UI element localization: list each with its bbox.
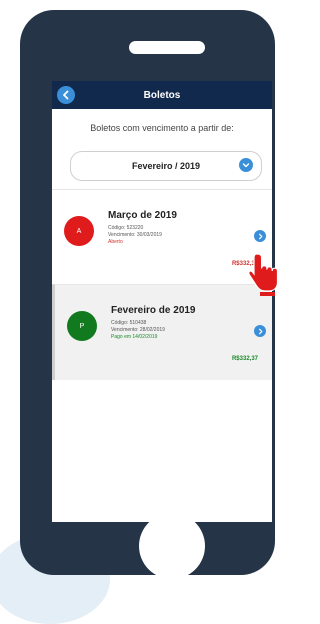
period-select[interactable]: Fevereiro / 2019 [70, 151, 262, 181]
boleto-code: Código: 523220 [108, 225, 144, 231]
pointing-hand-icon [248, 253, 279, 296]
boleto-card[interactable]: A Março de 2019 Código: 523220 Venciment… [52, 189, 272, 285]
boleto-status: Aberto [108, 239, 123, 245]
phone-screen: Boletos Boletos com vencimento a partir … [52, 81, 272, 522]
filter-intro-label: Boletos com vencimento a partir de: [90, 123, 234, 133]
chevron-right-icon[interactable] [254, 230, 266, 242]
period-select-value: Fevereiro / 2019 [131, 161, 201, 171]
boleto-title: Março de 2019 [108, 210, 177, 221]
status-circle: A [64, 216, 94, 246]
phone-speaker [129, 41, 205, 54]
status-circle: P [67, 311, 97, 341]
chevron-down-icon [239, 158, 253, 172]
boleto-title: Fevereiro de 2019 [111, 305, 196, 316]
home-button[interactable] [139, 513, 205, 579]
arrow-left-icon [63, 90, 69, 100]
boleto-amount: R$332,37 [231, 356, 258, 362]
page-title: Boletos [143, 89, 181, 101]
boleto-due-date: Vencimento: 28/02/2019 [111, 327, 165, 333]
boleto-card[interactable]: P Fevereiro de 2019 Código: 510438 Venci… [52, 284, 272, 380]
app-header: Boletos [52, 81, 272, 109]
boleto-status: Pago em 14/02/2019 [111, 334, 158, 340]
boleto-due-date: Vencimento: 30/03/2019 [108, 232, 162, 238]
back-button[interactable] [57, 86, 75, 104]
boleto-code: Código: 510438 [111, 320, 147, 326]
chevron-right-icon[interactable] [254, 325, 266, 337]
